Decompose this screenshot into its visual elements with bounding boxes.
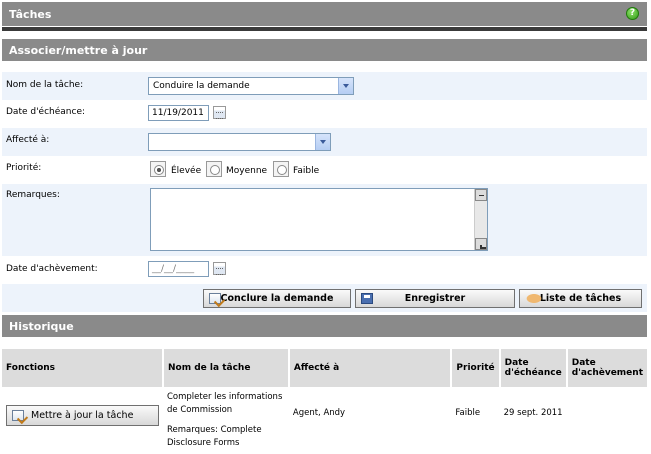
task-name-value: Conduire la demande [153, 81, 250, 91]
save-label: Enregistrer [404, 293, 466, 304]
chevron-down-icon[interactable] [315, 134, 330, 150]
document-check-icon [12, 410, 24, 421]
row-due-date: Date d'échéance: 11/19/2011 [2, 100, 647, 128]
history-table: Fonctions Nom de la tâche Affecté à Prio… [2, 349, 647, 454]
priority-low-label: Faible [293, 166, 320, 176]
task-list-label: Liste de tâches [539, 293, 622, 304]
resize-icon[interactable] [475, 238, 487, 250]
save-icon [361, 293, 373, 304]
remarks-textarea[interactable] [150, 188, 488, 251]
due-date-cell: 29 sept. 2011 [503, 408, 563, 418]
calendar-icon[interactable] [213, 262, 226, 275]
section-title-history: Historique [9, 320, 74, 333]
row-assigned-to: Affecté à: [2, 128, 647, 156]
window-title: Tâches [9, 8, 52, 21]
task-name-cell: Completer les informations de Commission… [163, 387, 289, 454]
priority-high-radio[interactable] [150, 161, 166, 177]
section-title-assign: Associer/mettre à jour [9, 44, 148, 57]
completion-date-value: __/__/____ [152, 264, 195, 274]
section-header-assign: Associer/mettre à jour [2, 39, 647, 61]
assigned-to-label: Affecté à: [6, 135, 50, 145]
remarks-scrollbar[interactable] [474, 189, 487, 250]
due-date-label: Date d'échéance: [6, 107, 86, 117]
row-task-name: Nom de la tâche: Conduire la demande [2, 72, 647, 100]
update-task-button[interactable]: Mettre à jour la tâche [6, 405, 159, 426]
column-header: Date d'échéance [499, 349, 568, 387]
row-remarks: Remarques: [2, 184, 647, 256]
conclude-request-label: Conclure la demande [220, 293, 334, 304]
assigned-to-cell: Agent, Andy [292, 408, 346, 418]
completion-date-label: Date d'achèvement: [6, 264, 98, 274]
due-date-value: 11/19/2011 [152, 108, 204, 118]
task-name-select[interactable]: Conduire la demande [148, 77, 354, 95]
conclude-request-button[interactable]: Conclure la demande [203, 289, 351, 308]
update-task-label: Mettre à jour la tâche [31, 410, 134, 421]
help-icon[interactable]: ? [626, 7, 639, 20]
column-header: Nom de la tâche [163, 349, 290, 387]
column-header: Date d'achèvement [566, 349, 647, 387]
priority-cell: Faible [455, 408, 481, 418]
completion-date-input[interactable]: __/__/____ [148, 261, 209, 277]
task-name-text: Completer les informations de Commission [167, 392, 283, 415]
completion-date-cell [567, 387, 647, 454]
save-button[interactable]: Enregistrer [355, 289, 515, 308]
document-check-icon [209, 293, 221, 304]
assigned-to-select[interactable] [148, 133, 331, 151]
window-title-bar: Tâches ? [2, 2, 647, 26]
column-header: Affecté à [288, 349, 453, 387]
priority-high-label: Élevée [171, 166, 202, 176]
task-list-button[interactable]: Liste de tâches [519, 289, 642, 308]
due-date-input[interactable]: 11/19/2011 [148, 105, 209, 121]
task-remarks-text: Remarques: Complete Disclosure Forms [167, 425, 262, 448]
priority-medium-label: Moyenne [226, 166, 268, 176]
handshake-icon [525, 293, 543, 304]
remarks-label: Remarques: [6, 190, 60, 200]
priority-low-radio[interactable] [273, 161, 289, 177]
table-row: Mettre à jour la tâche Completer les inf… [2, 387, 647, 454]
column-header: Fonctions [2, 349, 164, 387]
priority-label: Priorité: [6, 163, 42, 173]
column-header: Priorité [451, 349, 501, 387]
divider [2, 27, 647, 31]
row-priority: Priorité: Élevée Moyenne Faible [2, 156, 647, 184]
history-header-row: Fonctions Nom de la tâche Affecté à Prio… [2, 349, 647, 387]
chevron-down-icon[interactable] [338, 78, 353, 94]
calendar-icon[interactable] [213, 106, 226, 119]
minus-icon[interactable] [475, 189, 487, 201]
actions-cell: Mettre à jour la tâche [2, 387, 163, 454]
task-name-label: Nom de la tâche: [6, 80, 84, 90]
section-header-history: Historique [2, 315, 647, 337]
priority-medium-radio[interactable] [206, 161, 222, 177]
row-actions: Conclure la demande Enregistrer Liste de… [2, 284, 647, 312]
row-completion-date: Date d'achèvement: __/__/____ [2, 256, 647, 284]
